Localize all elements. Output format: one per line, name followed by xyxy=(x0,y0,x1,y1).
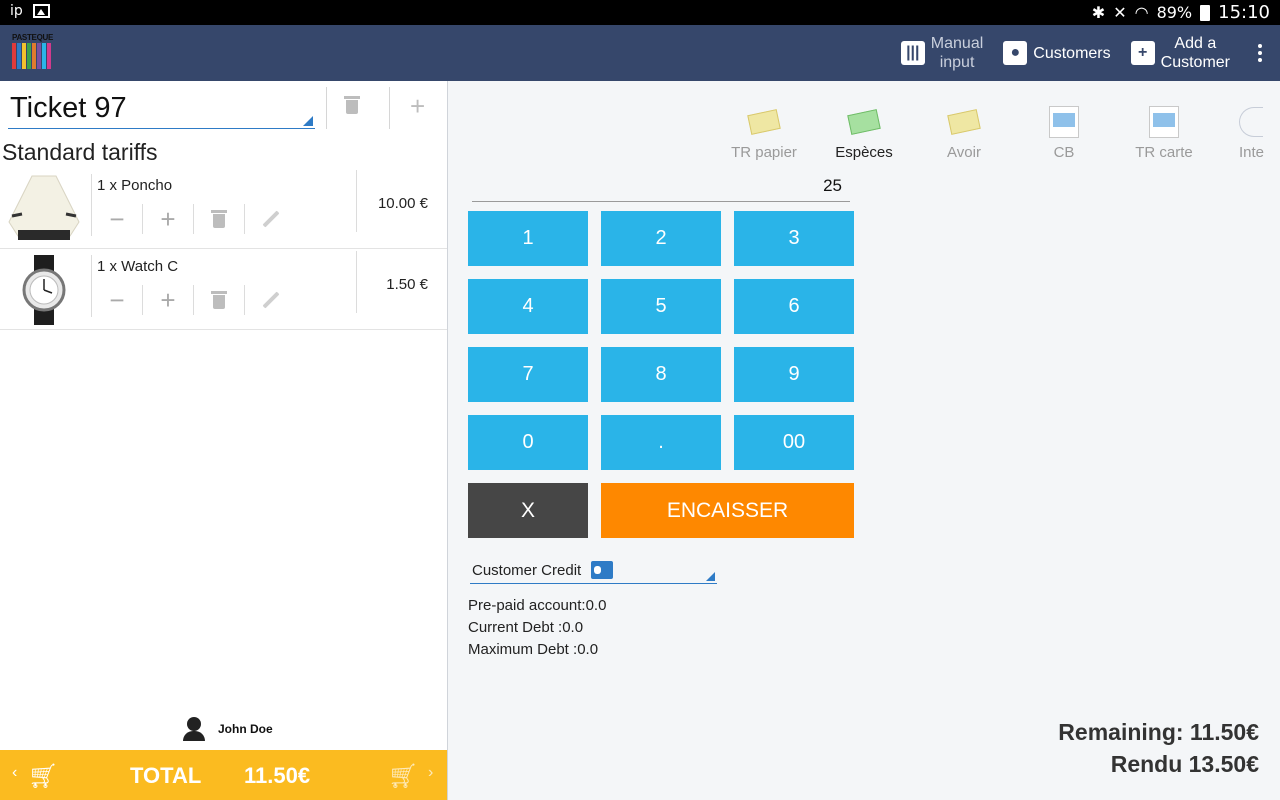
credit-info: Pre-paid account:0.0 Current Debt :0.0 M… xyxy=(468,595,606,661)
key-6[interactable]: 6 xyxy=(734,279,854,334)
credit-note-icon xyxy=(947,109,981,135)
change-amount: Rendu 13.50€ xyxy=(1110,751,1259,777)
clock: 15:10 xyxy=(1218,2,1270,23)
key-decimal[interactable]: . xyxy=(601,415,721,470)
app-bar: PASTEQUE ||| Manual input ● Customers + … xyxy=(0,25,1280,81)
customer-icon xyxy=(182,717,206,741)
maximum-debt: Maximum Debt :0.0 xyxy=(468,641,599,658)
chevron-right-icon[interactable]: › xyxy=(428,764,433,782)
increase-quantity-button[interactable]: + xyxy=(143,204,194,234)
ticket-customer[interactable]: John Doe xyxy=(182,717,273,741)
total-label: TOTAL xyxy=(130,763,202,788)
customers-button[interactable]: ● Customers xyxy=(993,25,1120,81)
voucher-card-icon xyxy=(1149,106,1179,138)
payment-summary: Remaining: 11.50€ Rendu 13.50€ xyxy=(1058,716,1259,780)
cart-icon: 🛒︎ xyxy=(388,763,419,790)
plus-icon: + xyxy=(1130,41,1155,65)
bluetooth-icon: ✱ xyxy=(1091,3,1106,22)
ticket-line[interactable]: 1 x Poncho − + 10.00 € xyxy=(0,168,447,249)
key-double-zero[interactable]: 00 xyxy=(734,415,854,470)
chevron-left-icon[interactable]: ‹ xyxy=(12,764,17,782)
customer-name: John Doe xyxy=(218,722,273,736)
key-9[interactable]: 9 xyxy=(734,347,854,402)
ticket-line[interactable]: 1 x Watch C − + 1.50 € xyxy=(0,249,447,330)
paper-voucher-icon xyxy=(747,109,781,135)
id-card-icon xyxy=(591,561,614,579)
key-0[interactable]: 0 xyxy=(468,415,588,470)
remaining-amount: Remaining: 11.50€ xyxy=(1058,719,1259,745)
payment-tr-carte[interactable]: TR carte xyxy=(1114,102,1214,161)
poncho-image xyxy=(4,174,84,244)
battery-percent: 89% xyxy=(1156,3,1193,22)
numeric-keypad: 1 2 3 4 5 6 7 8 9 0 . 00 xyxy=(468,211,854,470)
trash-icon xyxy=(344,96,360,114)
ticket-panel: Ticket 97 + Standard tariffs 1 x Poncho … xyxy=(0,81,448,800)
key-2[interactable]: 2 xyxy=(601,211,721,266)
internet-icon xyxy=(1239,107,1263,137)
barcode-icon: ||| xyxy=(900,41,925,65)
credit-select-label: Customer Credit xyxy=(472,562,582,579)
new-ticket-button[interactable]: + xyxy=(410,91,425,122)
ticket-selector[interactable]: Ticket 97 xyxy=(8,89,315,129)
watch-image xyxy=(4,255,84,325)
key-1[interactable]: 1 xyxy=(468,211,588,266)
edit-line-button[interactable] xyxy=(245,204,296,234)
line-price: 10.00 € xyxy=(377,195,428,212)
decrease-quantity-button[interactable]: − xyxy=(92,285,143,315)
total-bar[interactable]: ‹ 🛒︎ TOTAL 11.50€ 🛒︎ › xyxy=(0,750,447,800)
pencil-icon xyxy=(262,210,279,228)
mute-icon: ✕ xyxy=(1113,3,1127,22)
wifi-icon: ◠ xyxy=(1134,3,1149,22)
payment-cb[interactable]: CB xyxy=(1014,102,1114,161)
key-3[interactable]: 3 xyxy=(734,211,854,266)
decrease-quantity-button[interactable]: − xyxy=(92,204,143,234)
key-4[interactable]: 4 xyxy=(468,279,588,334)
key-8[interactable]: 8 xyxy=(601,347,721,402)
edit-line-button[interactable] xyxy=(245,285,296,315)
manual-input-button[interactable]: ||| Manual input xyxy=(891,25,993,81)
line-description: 1 x Poncho xyxy=(97,177,173,194)
payment-internet[interactable]: Inte xyxy=(1214,102,1266,161)
tariff-area-label: Standard tariffs xyxy=(2,139,158,165)
cart-icon: 🛒︎ xyxy=(28,763,59,790)
battery-icon xyxy=(1200,4,1211,21)
payment-types: TR papier Espèces Avoir CB TR carte Inte xyxy=(714,102,1266,161)
clear-button[interactable]: X xyxy=(468,483,588,538)
card-icon xyxy=(1049,106,1079,138)
trash-icon xyxy=(211,291,227,309)
total-amount: 11.50€ xyxy=(244,763,311,788)
payment-especes[interactable]: Espèces xyxy=(814,102,914,161)
line-price: 1.50 € xyxy=(386,276,428,293)
status-bar: ip ✱ ✕ ◠ 89% 15:10 xyxy=(0,0,1280,25)
customer-credit-select[interactable]: Customer Credit xyxy=(470,558,717,584)
line-description: 1 x Watch C xyxy=(97,258,179,275)
pencil-icon xyxy=(262,291,279,309)
delete-line-button[interactable] xyxy=(194,285,245,315)
add-customer-button[interactable]: + Add a Customer xyxy=(1121,25,1240,81)
pay-button[interactable]: ENCAISSER xyxy=(601,483,854,538)
payment-avoir[interactable]: Avoir xyxy=(914,102,1014,161)
image-notification-icon xyxy=(32,4,50,18)
increase-quantity-button[interactable]: + xyxy=(143,285,194,315)
current-debt: Current Debt :0.0 xyxy=(468,619,584,636)
customer-icon: ● xyxy=(1003,41,1028,65)
app-logo: PASTEQUE xyxy=(12,33,58,75)
cash-icon xyxy=(847,109,881,135)
carrier-label: ip xyxy=(10,3,23,19)
prepaid-account: Pre-paid account:0.0 xyxy=(468,597,607,614)
amount-input[interactable]: 25 xyxy=(472,170,850,202)
delete-ticket-button[interactable] xyxy=(344,96,360,114)
key-7[interactable]: 7 xyxy=(468,347,588,402)
trash-icon xyxy=(211,210,227,228)
overflow-menu-icon[interactable] xyxy=(1240,44,1280,62)
delete-line-button[interactable] xyxy=(194,204,245,234)
payment-tr-papier[interactable]: TR papier xyxy=(714,102,814,161)
key-5[interactable]: 5 xyxy=(601,279,721,334)
